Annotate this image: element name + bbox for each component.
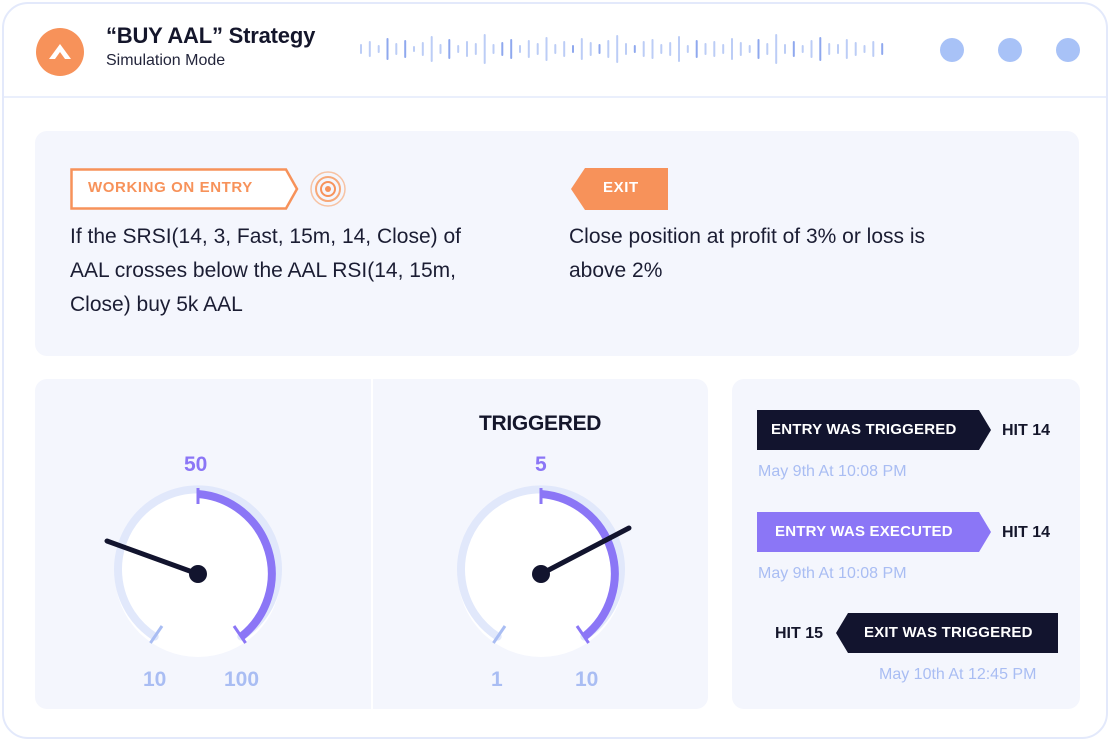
wave-bar bbox=[739, 42, 742, 56]
wave-bar bbox=[466, 41, 468, 57]
wave-bar bbox=[563, 41, 566, 57]
event-hit-count: HIT 15 bbox=[775, 625, 824, 642]
wave-bar bbox=[669, 42, 672, 56]
wave-bar bbox=[421, 42, 424, 56]
wave-bar bbox=[757, 39, 760, 59]
wave-bar bbox=[616, 35, 619, 63]
wave-bar bbox=[545, 37, 548, 61]
window-dot-2[interactable] bbox=[998, 38, 1022, 62]
wave-bar bbox=[625, 43, 627, 55]
wave-bar bbox=[642, 41, 645, 57]
gauges-divider bbox=[371, 379, 373, 709]
wave-bar bbox=[580, 38, 583, 60]
wave-bar bbox=[651, 39, 654, 59]
wave-bar bbox=[784, 44, 786, 54]
wave-bar bbox=[713, 41, 716, 57]
wave-bar bbox=[598, 44, 601, 54]
event-entry-executed-tag: ENTRY WAS EXECUTED bbox=[757, 512, 993, 552]
event-hit-count: HIT 14 bbox=[1002, 422, 1051, 439]
wave-bar bbox=[527, 40, 530, 58]
wave-bar bbox=[828, 43, 831, 55]
window-dot-3[interactable] bbox=[1056, 38, 1080, 62]
wave-bar bbox=[413, 46, 415, 52]
wave-bar bbox=[792, 41, 795, 57]
target-icon bbox=[310, 171, 346, 207]
mode-subtitle: Simulation Mode bbox=[106, 52, 226, 69]
wave-bar bbox=[607, 40, 610, 58]
wave-bar bbox=[731, 38, 733, 60]
wave-bar bbox=[492, 44, 495, 54]
right-gauge bbox=[457, 485, 632, 657]
event-label: ENTRY WAS TRIGGERED bbox=[771, 421, 957, 438]
wave-bar bbox=[448, 39, 451, 59]
wave-bar bbox=[510, 39, 513, 59]
left-gauge-top-label: 50 bbox=[184, 453, 208, 476]
strategy-title: “BUY AAL” Strategy bbox=[106, 23, 316, 48]
wave-bar bbox=[810, 40, 813, 58]
wave-bar bbox=[801, 45, 804, 53]
wave-bar bbox=[660, 44, 663, 54]
event-hit-count: HIT 14 bbox=[1002, 524, 1051, 541]
event-label: ENTRY WAS EXECUTED bbox=[775, 523, 953, 540]
wave-bar bbox=[863, 45, 866, 53]
wave-bar bbox=[430, 36, 433, 62]
event-time: May 9th At 10:08 PM bbox=[758, 463, 907, 480]
right-gauge-min-label: 1 bbox=[491, 668, 503, 691]
triangle-logo-icon bbox=[36, 28, 84, 76]
event-exit-triggered-tag: EXIT WAS TRIGGERED bbox=[836, 613, 1058, 653]
entry-rule-text: If the SRSI(14, 3, Fast, 15m, 14, Close)… bbox=[70, 225, 462, 316]
wave-bar bbox=[881, 43, 884, 55]
wave-bar bbox=[386, 38, 389, 60]
exit-tag-label: EXIT bbox=[603, 179, 639, 196]
entry-status-label: WORKING ON ENTRY bbox=[88, 179, 253, 196]
wave-bar bbox=[439, 44, 442, 54]
event-time: May 9th At 10:08 PM bbox=[758, 565, 907, 582]
header-bar: “BUY AAL” Strategy Simulation Mode bbox=[4, 4, 1106, 98]
wave-bar bbox=[837, 44, 839, 54]
wave-bar bbox=[819, 37, 822, 61]
event-label: EXIT WAS TRIGGERED bbox=[864, 624, 1033, 641]
left-gauge-min-label: 10 bbox=[143, 668, 167, 691]
strategy-window: “BUY AAL” Strategy Simulation Mode WORKI… bbox=[2, 2, 1108, 739]
wave-bar bbox=[501, 42, 504, 56]
left-gauge-max-label: 100 bbox=[224, 668, 260, 691]
triggered-heading: TRIGGERED bbox=[479, 412, 602, 435]
wave-bar bbox=[368, 41, 371, 57]
audio-wave-icon bbox=[360, 34, 884, 64]
wave-bar bbox=[748, 45, 751, 53]
right-gauge-max-label: 10 bbox=[575, 668, 599, 691]
event-time: May 10th At 12:45 PM bbox=[879, 666, 1037, 683]
wave-bar bbox=[766, 43, 769, 55]
wave-bar bbox=[519, 45, 521, 53]
wave-bar bbox=[536, 43, 539, 55]
wave-bar bbox=[572, 45, 574, 53]
exit-rule-text: Close position at profit of 3% or loss i… bbox=[569, 225, 925, 282]
wave-bar bbox=[395, 43, 398, 55]
wave-bar bbox=[404, 40, 407, 58]
wave-bar bbox=[589, 42, 592, 56]
wave-bar bbox=[695, 40, 698, 58]
wave-bar bbox=[678, 36, 680, 62]
wave-bar bbox=[633, 45, 636, 53]
wave-bar bbox=[360, 44, 362, 54]
event-entry-triggered-tag: ENTRY WAS TRIGGERED bbox=[757, 410, 993, 450]
wave-bar bbox=[474, 43, 477, 55]
right-gauge-top-label: 5 bbox=[535, 453, 547, 476]
wave-bar bbox=[845, 39, 848, 59]
wave-bar bbox=[722, 44, 725, 54]
left-gauge bbox=[104, 485, 282, 657]
wave-bar bbox=[457, 45, 460, 53]
window-dot-1[interactable] bbox=[940, 38, 964, 62]
wave-bar bbox=[704, 43, 707, 55]
wave-bar bbox=[854, 42, 857, 56]
wave-bar bbox=[377, 45, 380, 53]
wave-bar bbox=[775, 34, 778, 64]
wave-bar bbox=[872, 41, 875, 57]
wave-bar bbox=[554, 44, 557, 54]
wave-bar bbox=[686, 45, 689, 53]
wave-bar bbox=[483, 34, 486, 64]
